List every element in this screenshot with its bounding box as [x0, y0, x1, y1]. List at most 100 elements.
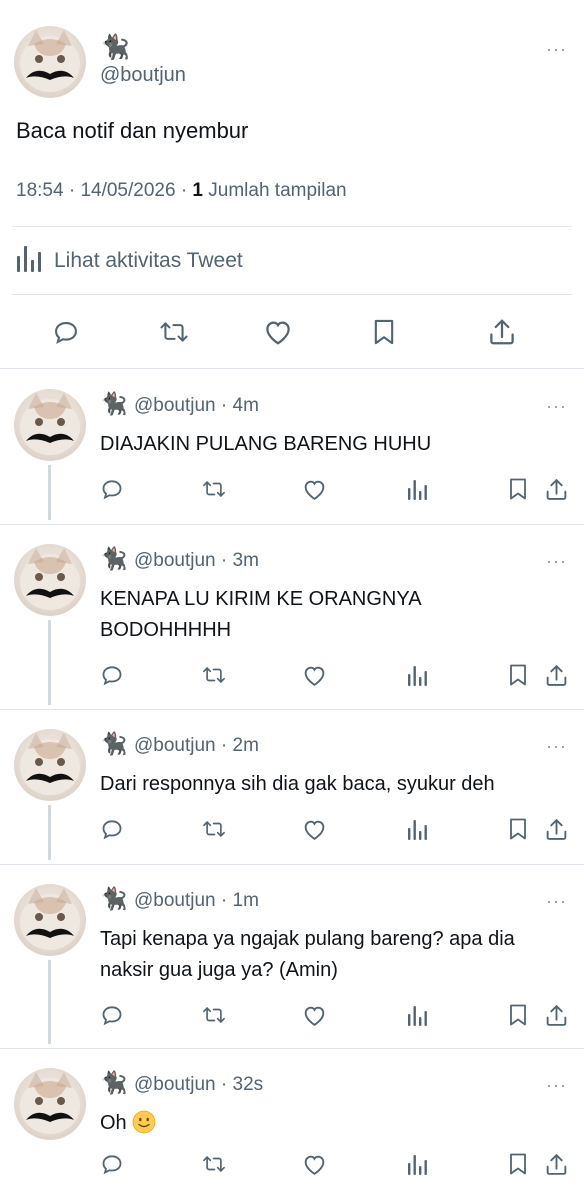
reply-header: @boutjun · 4m: [134, 395, 259, 417]
reply-header: @boutjun · 32s: [134, 1074, 263, 1096]
reply-text: Tapi kenapa ya ngajak pulang bareng? apa…: [100, 924, 570, 986]
avatar[interactable]: [14, 544, 86, 616]
reply-actions: [0, 813, 584, 845]
tweet-date: 14/05/2026: [80, 180, 176, 201]
bookmark-icon[interactable]: [502, 1148, 534, 1180]
bookmark-icon[interactable]: [502, 659, 534, 691]
views-icon[interactable]: [402, 813, 434, 845]
reply-tweet[interactable]: 🐈‍⬛ @boutjun · 2m ··· Dari responnya sih di…: [0, 709, 584, 864]
share-icon[interactable]: [540, 1148, 572, 1180]
more-dots-icon[interactable]: ···: [546, 552, 567, 570]
reply-time[interactable]: 4m: [233, 395, 259, 416]
like-icon[interactable]: [298, 813, 330, 845]
activity-label: Lihat aktivitas Tweet: [54, 249, 243, 272]
share-icon[interactable]: [540, 999, 572, 1031]
reply-actions: [0, 999, 584, 1031]
author-handle[interactable]: @boutjun: [100, 64, 186, 87]
reply-header: @boutjun · 1m: [134, 890, 259, 912]
author-handle[interactable]: @boutjun: [134, 735, 216, 756]
reply-text: DIAJAKIN PULANG BARENG HUHU: [100, 429, 570, 460]
avatar[interactable]: [14, 884, 86, 956]
reply-icon[interactable]: [96, 659, 128, 691]
reply-actions: [0, 1148, 584, 1180]
reply-tweet[interactable]: 🐈‍⬛ @boutjun · 1m ··· Tapi kenapa ya ngajak…: [0, 864, 584, 1048]
reply-actions: [0, 473, 584, 505]
reply-time[interactable]: 32s: [233, 1074, 264, 1095]
cat-emoji: 🐈‍⬛: [100, 886, 128, 911]
meta-separator: ·: [68, 180, 81, 201]
like-icon[interactable]: [298, 999, 330, 1031]
meta-separator: ·: [215, 395, 233, 416]
reply-icon[interactable]: [96, 473, 128, 505]
tweet-meta: 18:54 · 14/05/2026 · 1 Jumlah tampilan: [16, 180, 347, 202]
bookmark-icon[interactable]: [502, 813, 534, 845]
reply-text-line: DIAJAKIN PULANG BARENG HUHU: [100, 433, 432, 455]
retweet-icon[interactable]: [198, 473, 230, 505]
more-dots-icon[interactable]: ···: [546, 40, 567, 58]
reply-header: @boutjun · 3m: [134, 550, 259, 572]
reply-icon[interactable]: [96, 1148, 128, 1180]
reply-text: Dari responnya sih dia gak baca, syukur …: [100, 769, 570, 800]
views-icon[interactable]: [402, 473, 434, 505]
bookmark-icon[interactable]: [502, 473, 534, 505]
reply-time[interactable]: 3m: [233, 550, 259, 571]
meta-separator: ·: [215, 1074, 233, 1095]
divider: [12, 294, 572, 295]
retweet-icon[interactable]: [198, 813, 230, 845]
reply-icon[interactable]: [46, 312, 86, 352]
reply-time[interactable]: 1m: [233, 890, 259, 911]
like-icon[interactable]: [298, 659, 330, 691]
more-dots-icon[interactable]: ···: [546, 892, 567, 910]
tweet-text: Baca notif dan nyembur: [16, 118, 249, 143]
reply-text-line: BODOHHHHH: [100, 619, 232, 641]
analytics-icon: [16, 244, 42, 278]
reply-text: Oh: [100, 1108, 570, 1139]
cat-emoji: 🐈‍⬛: [100, 731, 128, 756]
retweet-icon[interactable]: [198, 659, 230, 691]
reply-tweet[interactable]: 🐈‍⬛ @boutjun · 3m ··· KENAPA LU KIRIM KE OR…: [0, 524, 584, 709]
reply-header: @boutjun · 2m: [134, 735, 259, 757]
retweet-icon[interactable]: [198, 999, 230, 1031]
cat-emoji: 🐈‍⬛: [100, 546, 128, 571]
like-icon[interactable]: [298, 473, 330, 505]
tweet-activity-link[interactable]: Lihat aktivitas Tweet: [16, 246, 243, 276]
views-icon[interactable]: [402, 1148, 434, 1180]
avatar[interactable]: [14, 389, 86, 461]
reply-icon[interactable]: [96, 999, 128, 1031]
reply-time[interactable]: 2m: [233, 735, 259, 756]
reply-text-prefix: Oh: [100, 1112, 127, 1134]
views-label[interactable]: Jumlah tampilan: [208, 180, 346, 201]
like-icon[interactable]: [298, 1148, 330, 1180]
author-handle[interactable]: @boutjun: [134, 550, 216, 571]
more-dots-icon[interactable]: ···: [546, 1076, 567, 1094]
share-icon[interactable]: [540, 659, 572, 691]
retweet-icon[interactable]: [154, 312, 194, 352]
tweet-actions: [0, 312, 584, 352]
avatar[interactable]: [14, 729, 86, 801]
more-dots-icon[interactable]: ···: [546, 737, 567, 755]
avatar[interactable]: [14, 26, 86, 98]
author-handle[interactable]: @boutjun: [134, 1074, 216, 1095]
more-dots-icon[interactable]: ···: [546, 397, 567, 415]
views-icon[interactable]: [402, 659, 434, 691]
share-icon[interactable]: [482, 312, 522, 352]
reply-tweet[interactable]: 🐈‍⬛ @boutjun · 32s ··· Oh: [0, 1048, 584, 1200]
author-handle[interactable]: @boutjun: [134, 890, 216, 911]
bookmark-icon[interactable]: [364, 312, 404, 352]
divider: [12, 226, 572, 227]
bookmark-icon[interactable]: [502, 999, 534, 1031]
reply-tweet[interactable]: 🐈‍⬛ @boutjun · 4m ··· DIAJAKIN PULANG BAREN…: [0, 369, 584, 524]
share-icon[interactable]: [540, 813, 572, 845]
share-icon[interactable]: [540, 473, 572, 505]
author-handle[interactable]: @boutjun: [134, 395, 216, 416]
like-icon[interactable]: [258, 312, 298, 352]
retweet-icon[interactable]: [198, 1148, 230, 1180]
avatar[interactable]: [14, 1068, 86, 1140]
views-icon[interactable]: [402, 999, 434, 1031]
meta-separator: ·: [180, 180, 193, 201]
tweet-time: 18:54: [16, 180, 64, 201]
smiley-emoji-icon: [132, 1110, 156, 1134]
reply-icon[interactable]: [96, 813, 128, 845]
meta-separator: ·: [215, 550, 233, 571]
cat-emoji: 🐈‍⬛: [100, 391, 128, 416]
